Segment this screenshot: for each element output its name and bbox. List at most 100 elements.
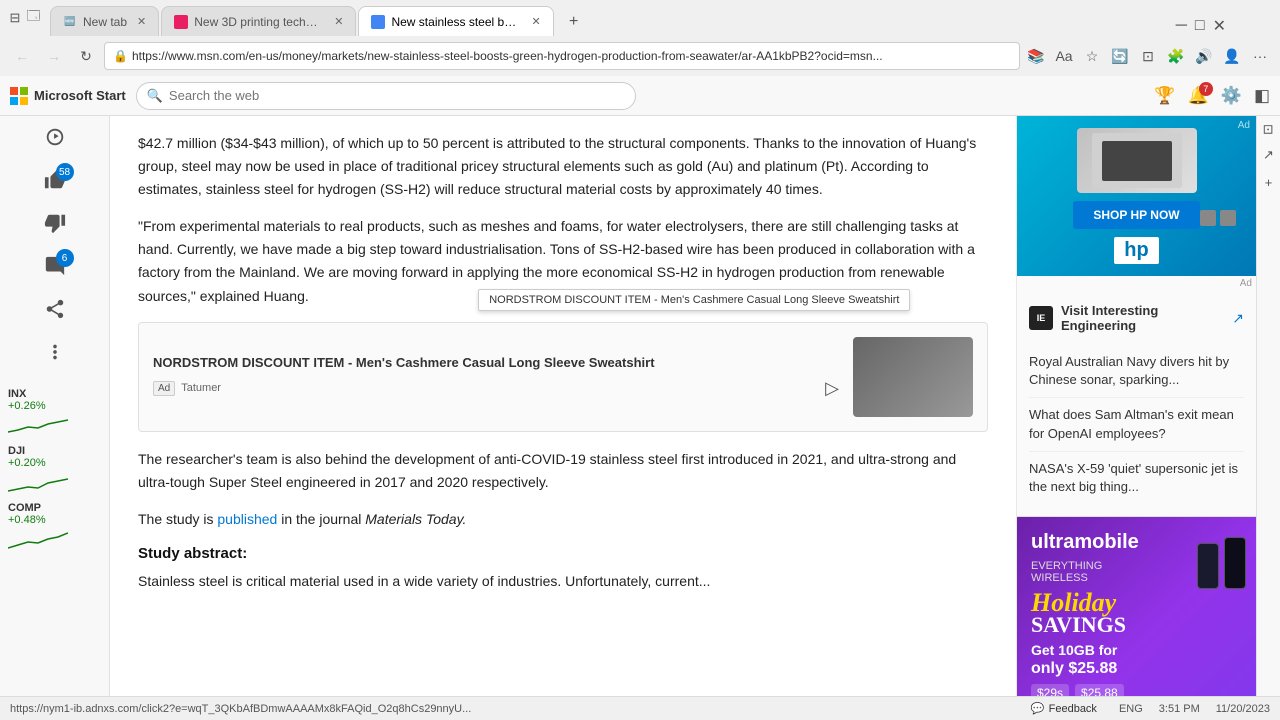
ie-external-icon[interactable]: ↗ <box>1232 310 1244 327</box>
trophy-icon[interactable]: 🏆 <box>1154 86 1175 106</box>
extension-icon[interactable]: 🧩 <box>1164 44 1188 68</box>
audio-icon[interactable]: 🔊 <box>1192 44 1216 68</box>
stock-dji-value: +0.20% <box>8 457 101 469</box>
back-button[interactable]: ← <box>8 42 36 70</box>
forward-button[interactable]: → <box>40 42 68 70</box>
maximize-button[interactable]: □ <box>1195 17 1205 35</box>
interesting-engineering-section: IE Visit Interesting Engineering ↗ Royal… <box>1017 291 1256 517</box>
status-right: 💬 Feedback ENG 3:51 PM 11/20/2023 <box>1025 700 1270 717</box>
audio-sidebar-icon[interactable] <box>44 126 66 151</box>
walmart-price-old2: $25.88 <box>1075 684 1124 696</box>
shop-hp-now-button[interactable]: SHOP HP NOW <box>1073 201 1199 229</box>
reader-icon[interactable]: Aa <box>1052 44 1076 68</box>
refresh-button[interactable]: ↻ <box>72 42 100 70</box>
tab-3-favicon <box>371 15 385 29</box>
ie-item-1[interactable]: Royal Australian Navy divers hit by Chin… <box>1029 345 1244 398</box>
article-content: $42.7 million ($34-$43 million), of whic… <box>110 116 1016 696</box>
ie-item-2[interactable]: What does Sam Altman's exit mean for Ope… <box>1029 398 1244 451</box>
stock-dji-label: DJI <box>8 445 101 457</box>
tab-favicon: 🆕 <box>63 15 77 29</box>
ad-source: Tatumer <box>181 382 221 394</box>
settings-icon[interactable]: ⚙️ <box>1221 86 1242 106</box>
in-article-ad: NORDSTROM DISCOUNT ITEM - Men's Cashmere… <box>138 322 988 432</box>
ie-header: IE Visit Interesting Engineering ↗ <box>1029 303 1244 333</box>
collections-icon[interactable]: 📚 <box>1024 44 1048 68</box>
walmart-price-old1: $29s <box>1031 684 1069 696</box>
hp-ad-tag: Ad <box>1017 276 1256 291</box>
more-icon[interactable] <box>44 341 66 366</box>
sidebar-icon-group: 58 6 <box>44 126 66 366</box>
tab-close-3[interactable]: ✕ <box>531 15 540 28</box>
left-sidebar: 58 6 INX +0.26% <box>0 116 110 696</box>
stock-comp-value: +0.48% <box>8 514 101 526</box>
profile-icon[interactable]: 👤 <box>1220 44 1244 68</box>
article-paragraph-2: The researcher's team is also behind the… <box>138 448 988 494</box>
msn-search-box[interactable]: 🔍 <box>136 82 636 110</box>
right-sidebar: Ad SHOP HP NOW hp Ad IE Visit Interestin… <box>1016 116 1256 696</box>
published-link[interactable]: published <box>217 511 277 527</box>
msn-logo[interactable]: Microsoft Start <box>10 87 126 105</box>
like-icon-wrapper[interactable]: 58 <box>44 169 66 194</box>
article-paragraph-3: Stainless steel is critical material use… <box>138 570 988 593</box>
hp-logo: hp <box>1114 237 1158 264</box>
stock-inx-chart <box>8 412 68 437</box>
right-panel-icon[interactable]: ◧ <box>1254 86 1270 106</box>
stock-comp[interactable]: COMP +0.48% <box>8 502 101 551</box>
more-options-icon[interactable]: ··· <box>1248 44 1272 68</box>
ad-label-row: Ad Tatumer ▷ <box>153 378 839 399</box>
walmart-price: only $25.88 <box>1031 660 1242 678</box>
tab-strip-icon[interactable]: 🗔 <box>26 7 40 29</box>
ad-image-area[interactable] <box>853 337 973 417</box>
article-published: The study is published in the journal Ma… <box>138 508 988 531</box>
address-text: https://www.msn.com/en-us/money/markets/… <box>132 49 1011 63</box>
far-right-strip: ⊡ ↗ + <box>1256 116 1280 696</box>
ultra-text: ultramobile <box>1031 531 1139 554</box>
tab-3[interactable]: New stainless steel boosts green... ✕ <box>358 6 553 36</box>
stock-comp-label: COMP <box>8 502 101 514</box>
address-bar[interactable]: 🔒 https://www.msn.com/en-us/money/market… <box>104 42 1020 70</box>
feedback-button[interactable]: 💬 Feedback <box>1025 700 1103 717</box>
ad-play-icon[interactable]: ▷ <box>825 378 839 399</box>
stock-dji[interactable]: DJI +0.20% <box>8 445 101 494</box>
stock-inx-label: INX <box>8 388 101 400</box>
search-icon: 🔍 <box>147 88 163 104</box>
study-abstract-heading: Study abstract: <box>138 545 988 562</box>
ad-image-overlay <box>853 337 973 417</box>
tab-close-1[interactable]: ✕ <box>137 15 146 28</box>
tab-label: New tab <box>83 15 127 29</box>
tab-bar: ⊟ 🗔 🆕 New tab ✕ New 3D printing technolo… <box>0 0 1280 36</box>
close-button[interactable]: ✕ <box>1213 16 1226 36</box>
keyboard-lang: ENG <box>1119 703 1143 715</box>
dislike-icon[interactable] <box>44 212 66 237</box>
tab-close-2[interactable]: ✕ <box>334 15 343 28</box>
status-time: 3:51 PM <box>1159 703 1200 715</box>
expand-strip-icon[interactable]: + <box>1265 175 1273 190</box>
phone-shape-1 <box>1197 543 1219 589</box>
tab-add-button[interactable]: + <box>560 8 588 36</box>
minimize-button[interactable]: ─ <box>1176 17 1187 35</box>
walmart-savings-text: SAVINGS <box>1031 612 1242 638</box>
published-prefix: The study is <box>138 511 213 527</box>
share-strip-icon[interactable]: ↗ <box>1263 147 1274 163</box>
feedback-icon: 💬 <box>1031 702 1045 715</box>
ad-tooltip: NORDSTROM DISCOUNT ITEM - Men's Cashmere… <box>478 289 910 311</box>
stock-area: INX +0.26% DJI +0.20% COMP +0.48% <box>0 380 109 559</box>
window-icon[interactable]: ⊟ <box>10 10 21 26</box>
main-content-area: 58 6 INX +0.26% <box>0 116 1280 696</box>
share-icon[interactable] <box>44 298 66 323</box>
tab-2[interactable]: New 3D printing technology en... ✕ <box>161 6 356 36</box>
hp-computer-image <box>1077 128 1197 193</box>
refresh-icon[interactable]: 🔄 <box>1108 44 1132 68</box>
tab-2-favicon <box>174 15 188 29</box>
stock-inx[interactable]: INX +0.26% <box>8 388 101 437</box>
comment-icon-wrapper[interactable]: 6 <box>44 255 66 280</box>
tab-1[interactable]: 🆕 New tab ✕ <box>50 6 159 36</box>
favorites-icon[interactable]: ☆ <box>1080 44 1104 68</box>
address-bar-row: ← → ↻ 🔒 https://www.msn.com/en-us/money/… <box>0 36 1280 76</box>
search-input[interactable] <box>169 88 625 103</box>
split-icon[interactable]: ⊡ <box>1136 44 1160 68</box>
notification-icon[interactable]: 🔔 7 <box>1188 86 1209 106</box>
phone-shape-2 <box>1224 537 1246 589</box>
collections-strip-icon[interactable]: ⊡ <box>1261 124 1276 135</box>
ie-item-3[interactable]: NASA's X-59 'quiet' supersonic jet is th… <box>1029 452 1244 504</box>
